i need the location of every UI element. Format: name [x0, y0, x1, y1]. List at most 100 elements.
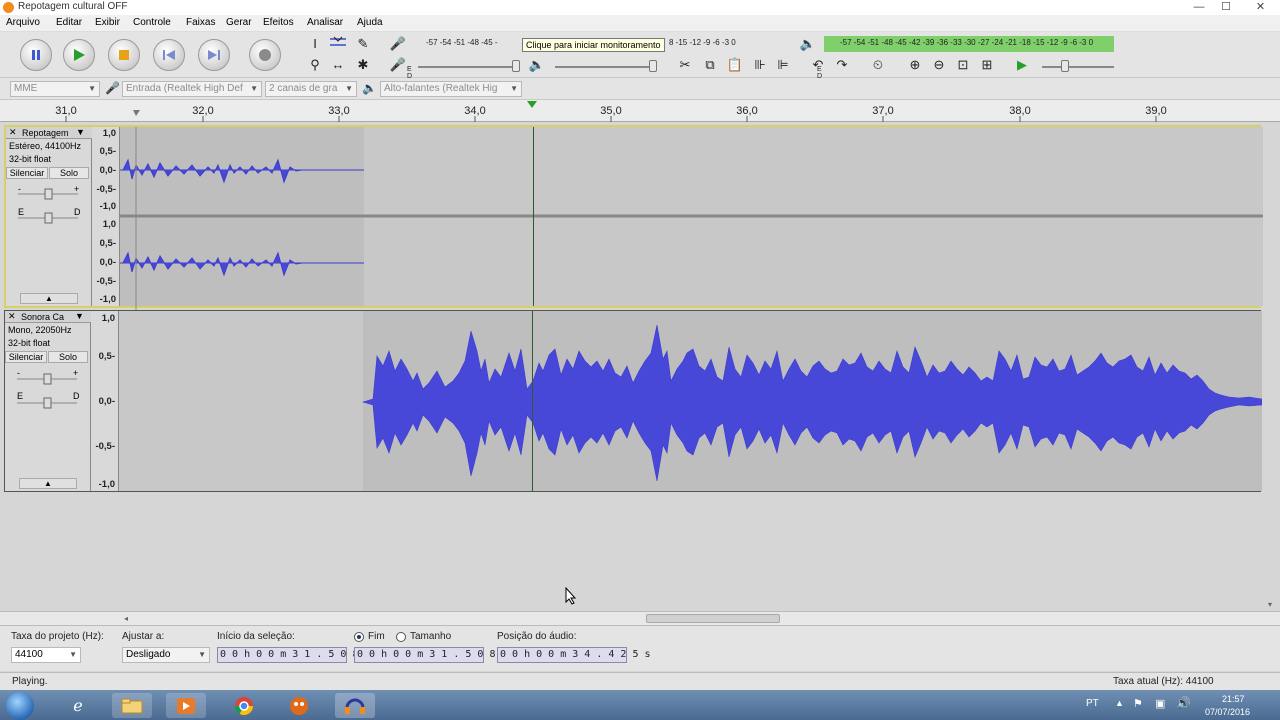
- menu-controle[interactable]: Controle: [133, 17, 171, 28]
- zoom-tool-icon[interactable]: ⚲: [305, 56, 325, 74]
- selection-tool-icon[interactable]: I: [305, 35, 325, 53]
- scroll-thumb[interactable]: [646, 614, 780, 623]
- skip-to-start-button[interactable]: [153, 39, 185, 71]
- fit-project-icon[interactable]: ⊞: [977, 56, 997, 74]
- scroll-down-icon[interactable]: ▾: [1268, 600, 1272, 609]
- track-repotagem[interactable]: ✕ Repotagem ▼ Estéreo, 44100Hz 32-bit fl…: [4, 125, 1263, 310]
- collapse-track-button[interactable]: ▲: [20, 293, 78, 304]
- clock-date[interactable]: 07/07/2016: [1205, 707, 1250, 717]
- track-name[interactable]: Repotagem: [22, 128, 69, 138]
- mute-button[interactable]: Silenciar: [5, 351, 47, 363]
- input-volume-knob[interactable]: [512, 60, 520, 72]
- horizontal-scrollbar[interactable]: ◂ ▾: [0, 600, 1280, 625]
- selection-start-field[interactable]: 0 0 h 0 0 m 3 1 . 5 0 8 s: [217, 647, 371, 663]
- output-volume-slider[interactable]: [555, 66, 655, 68]
- multi-tool-icon[interactable]: ✱: [353, 56, 373, 74]
- play-speed-slider[interactable]: [1042, 66, 1114, 68]
- paste-icon[interactable]: 📋: [725, 56, 745, 74]
- microphone-meter-icon[interactable]: 🎤: [388, 35, 408, 53]
- audio-host-select[interactable]: MME ▼: [10, 81, 100, 97]
- close-track-icon[interactable]: ✕: [9, 127, 17, 138]
- folder-icon[interactable]: [112, 693, 152, 718]
- output-device-select[interactable]: Alto-falantes (Realtek Hig ▼: [380, 81, 522, 97]
- play-at-speed-icon[interactable]: ▶: [1012, 56, 1032, 74]
- undo-icon[interactable]: ↶: [808, 56, 828, 74]
- output-volume-knob[interactable]: [649, 60, 657, 72]
- pause-button[interactable]: [20, 39, 52, 71]
- zoom-in-icon[interactable]: ⊕: [905, 56, 925, 74]
- fit-selection-icon[interactable]: ⊡: [953, 56, 973, 74]
- envelope-tool-icon[interactable]: [328, 35, 348, 53]
- show-hidden-icons-icon[interactable]: ▲: [1115, 698, 1124, 708]
- length-radio[interactable]: [396, 632, 406, 642]
- play-button[interactable]: [63, 39, 95, 71]
- channels-select[interactable]: 2 canais de gra ▼: [265, 81, 357, 97]
- volume-icon[interactable]: 🔊: [1176, 696, 1191, 710]
- clock-time[interactable]: 21:57: [1222, 694, 1245, 704]
- sync-lock-icon[interactable]: ⏲: [868, 56, 888, 74]
- menu-exibir[interactable]: Exibir: [95, 17, 120, 28]
- speaker-meter-icon[interactable]: 🔈: [798, 35, 818, 53]
- project-rate-select[interactable]: 44100 ▼: [11, 647, 81, 663]
- snap-select[interactable]: Desligado ▼: [122, 647, 210, 663]
- flag-icon[interactable]: ⚑: [1133, 697, 1143, 710]
- collapse-track-button[interactable]: ▲: [19, 478, 77, 489]
- close-window-button[interactable]: ✕: [1243, 0, 1278, 15]
- language-indicator[interactable]: PT: [1086, 698, 1099, 709]
- track-sonora[interactable]: ✕ Sonora Ca ▼ Mono, 22050Hz 32-bit float…: [4, 310, 1262, 492]
- actual-rate-text: Taxa atual (Hz): 44100: [1113, 676, 1214, 687]
- menu-ajuda[interactable]: Ajuda: [357, 17, 383, 28]
- selection-end-field[interactable]: 0 0 h 0 0 m 3 1 . 5 0 8 s: [354, 647, 508, 663]
- draw-tool-icon[interactable]: ✎: [353, 35, 373, 53]
- menu-editar[interactable]: Editar: [56, 17, 82, 28]
- end-radio[interactable]: [354, 632, 364, 642]
- internet-explorer-icon[interactable]: ℯ: [58, 693, 98, 718]
- selection-start-label: Início da seleção:: [217, 631, 295, 642]
- pan-slider[interactable]: [16, 212, 82, 224]
- menu-gerar[interactable]: Gerar: [226, 17, 252, 28]
- trim-icon[interactable]: ⊪: [750, 56, 770, 74]
- waveform-area[interactable]: [119, 311, 1262, 491]
- menu-analisar[interactable]: Analisar: [307, 17, 343, 28]
- track-name[interactable]: Sonora Ca: [21, 312, 64, 322]
- menu-efeitos[interactable]: Efeitos: [263, 17, 294, 28]
- audio-position-field[interactable]: 0 0 h 0 0 m 3 4 . 4 2 5 s: [497, 647, 651, 663]
- chrome-icon[interactable]: [224, 693, 264, 718]
- gecko-icon[interactable]: [279, 693, 319, 718]
- track-menu-icon[interactable]: ▼: [76, 127, 85, 137]
- track-format: Mono, 22050Hz: [8, 325, 72, 335]
- waveform-area[interactable]: [120, 127, 1263, 310]
- redo-icon[interactable]: ↷: [832, 56, 852, 74]
- solo-button[interactable]: Solo: [49, 167, 89, 179]
- skip-to-end-button[interactable]: [198, 39, 230, 71]
- network-icon[interactable]: ▣: [1155, 697, 1165, 710]
- gain-slider[interactable]: [16, 188, 82, 200]
- cut-icon[interactable]: ✂: [675, 56, 695, 74]
- pan-slider[interactable]: [15, 397, 81, 409]
- close-track-icon[interactable]: ✕: [8, 311, 16, 322]
- play-speed-knob[interactable]: [1061, 60, 1069, 72]
- menu-faixas[interactable]: Faixas: [186, 17, 215, 28]
- maximize-button[interactable]: ☐: [1213, 0, 1239, 15]
- mute-button[interactable]: Silenciar: [6, 167, 48, 179]
- input-device-select[interactable]: Entrada (Realtek High Def ▼: [122, 81, 262, 97]
- status-text: Playing.: [12, 676, 48, 687]
- zoom-out-icon[interactable]: ⊖: [929, 56, 949, 74]
- solo-button[interactable]: Solo: [48, 351, 88, 363]
- minimize-button[interactable]: —: [1186, 0, 1212, 15]
- menu-arquivo[interactable]: Arquivo: [6, 17, 40, 28]
- copy-icon[interactable]: ⧉: [700, 56, 720, 74]
- start-orb-icon[interactable]: [6, 692, 34, 720]
- gain-slider[interactable]: [15, 373, 81, 385]
- timeline-ruler[interactable]: 31,0 32,0 33,0 34,0 35,0 36,0 37,0 38,0 …: [0, 100, 1280, 122]
- silence-icon[interactable]: ⊫: [773, 56, 793, 74]
- media-player-icon[interactable]: [166, 693, 206, 718]
- snap-label: Ajustar a:: [122, 631, 165, 642]
- time-shift-tool-icon[interactable]: ↔: [328, 56, 348, 74]
- scroll-left-icon[interactable]: ◂: [124, 614, 128, 623]
- track-menu-icon[interactable]: ▼: [75, 311, 84, 321]
- input-volume-slider[interactable]: [418, 66, 518, 68]
- audacity-icon[interactable]: [335, 693, 375, 718]
- record-button[interactable]: [249, 39, 281, 71]
- stop-button[interactable]: [108, 39, 140, 71]
